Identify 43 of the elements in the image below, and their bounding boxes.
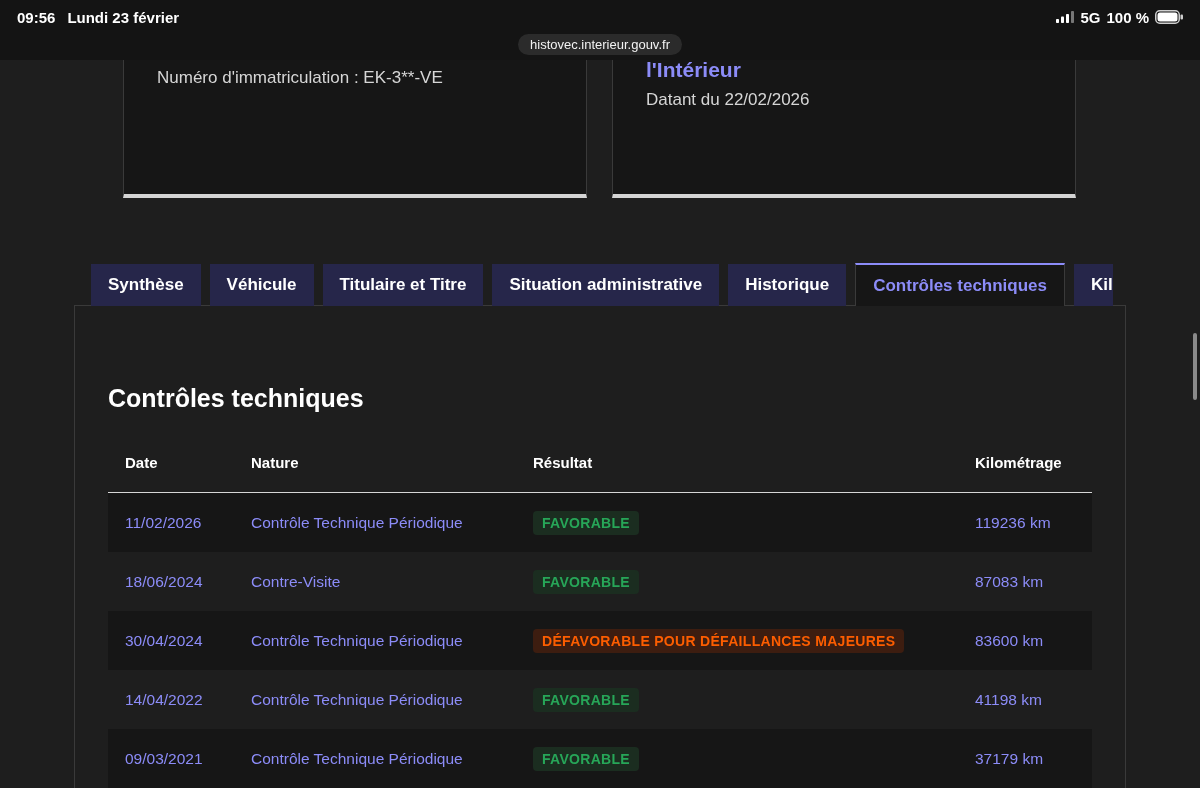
result-badge: FAVORABLE [533, 510, 639, 535]
result-badge: FAVORABLE [533, 687, 639, 712]
tab[interactable]: Kil [1074, 264, 1113, 306]
url-address[interactable]: histovec.interieur.gouv.fr [518, 34, 682, 55]
mileage-cell: 83600 km [975, 631, 1044, 650]
card-text: Datant du 22/02/2026 [646, 89, 810, 111]
nature-cell: Contrôle Technique Périodique [251, 631, 463, 650]
tab[interactable]: Historique [728, 264, 847, 306]
date-cell: 30/04/2024 [125, 631, 203, 650]
mileage-cell: 41198 km [975, 690, 1042, 709]
tab[interactable]: Titulaire et Titre [322, 264, 484, 306]
mileage-cell: 37179 km [975, 749, 1044, 768]
tab[interactable]: Synthèse [91, 264, 201, 306]
card-text: Numéro d'immatriculation : EK-3**-VE [157, 67, 443, 89]
clock-time: 09:56 [17, 8, 56, 26]
column-header: Kilométrage [975, 453, 1062, 471]
signal-icon [1056, 11, 1075, 23]
tab[interactable]: Véhicule [209, 264, 314, 306]
column-header: Date [125, 453, 158, 471]
mileage-cell: 119236 km [975, 513, 1051, 532]
nature-cell: Contre-Visite [251, 572, 341, 591]
date-cell: 09/03/2021 [125, 749, 203, 768]
result-badge: FAVORABLE [533, 746, 639, 771]
nature-cell: Contrôle Technique Périodique [251, 513, 463, 532]
network-label: 5G [1080, 8, 1101, 26]
battery-icon [1155, 10, 1183, 24]
column-header: Résultat [533, 453, 593, 471]
result-badge: DÉFAVORABLE POUR DÉFAILLANCES MAJEURES [533, 628, 905, 653]
status-date: Lundi 23 février [67, 8, 180, 26]
date-cell: 11/02/2026 [125, 513, 202, 532]
nature-cell: Contrôle Technique Périodique [251, 690, 463, 709]
date-cell: 14/04/2022 [125, 690, 203, 709]
battery-percent: 100 % [1106, 8, 1149, 26]
date-cell: 18/06/2024 [125, 572, 203, 591]
mileage-cell: 87083 km [975, 572, 1044, 591]
tab[interactable]: Contrôles techniques [855, 263, 1065, 306]
section-heading: Contrôles techniques [108, 383, 364, 413]
result-badge: FAVORABLE [533, 569, 639, 594]
column-header: Nature [251, 453, 299, 471]
scrollbar-thumb [1193, 333, 1197, 400]
source-title: l'Intérieur [646, 58, 741, 82]
tab[interactable]: Situation administrative [492, 264, 720, 306]
nature-cell: Contrôle Technique Périodique [251, 749, 463, 768]
